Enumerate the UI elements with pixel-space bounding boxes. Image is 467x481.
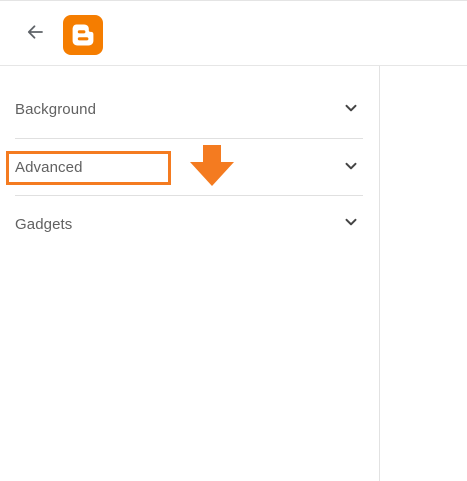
chevron-down-icon[interactable] — [344, 101, 358, 115]
section-advanced[interactable]: Advanced — [15, 138, 363, 195]
section-label-background: Background — [15, 101, 97, 118]
section-label-gadgets: Gadgets — [15, 216, 73, 233]
blogger-logo-icon[interactable] — [63, 15, 103, 55]
arrow-left-icon — [27, 25, 43, 39]
section-gadgets[interactable]: Gadgets — [15, 195, 363, 252]
chevron-down-icon[interactable] — [344, 159, 358, 173]
section-background[interactable]: Background — [15, 81, 363, 138]
sidebar-panel: Background Advanced Gadgets — [0, 66, 380, 481]
back-button[interactable] — [20, 17, 50, 47]
chevron-down-icon[interactable] — [344, 215, 358, 229]
app-header — [0, 1, 467, 66]
section-label-advanced: Advanced — [15, 159, 83, 176]
